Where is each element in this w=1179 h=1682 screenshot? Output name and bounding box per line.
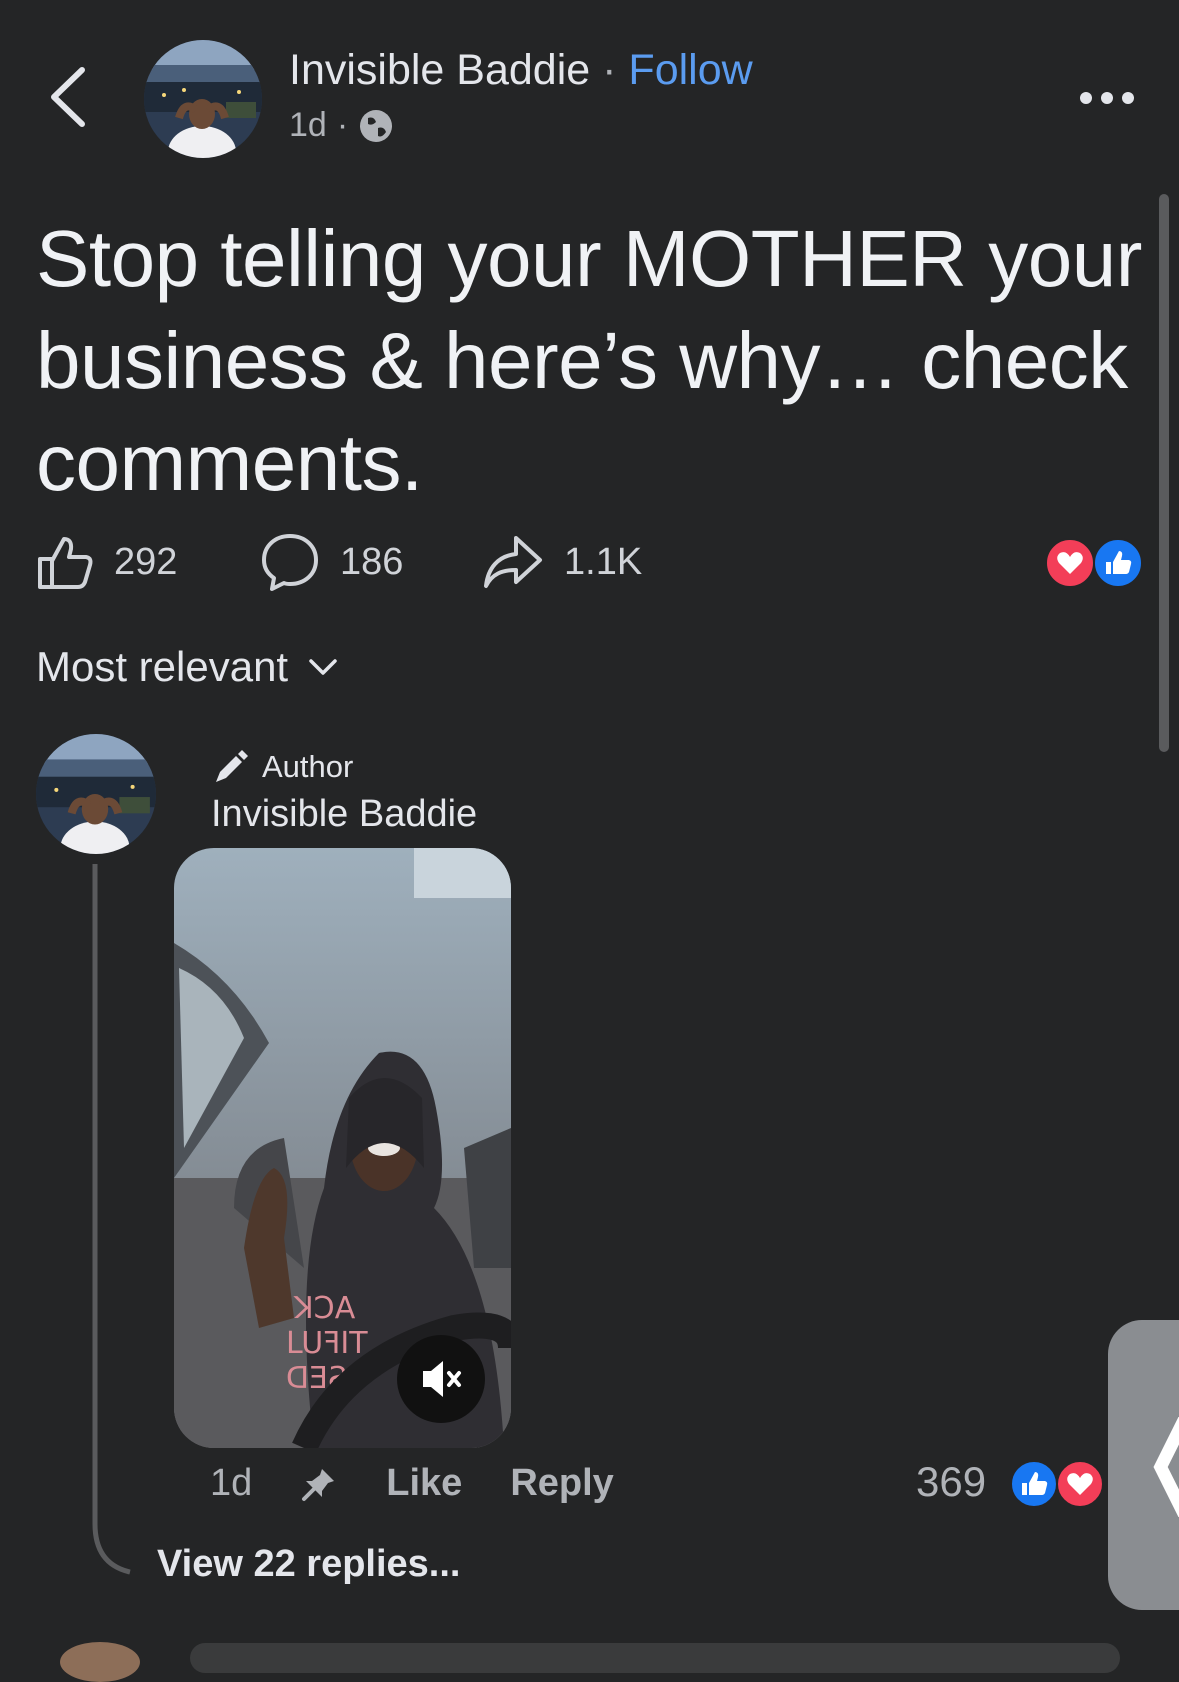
svg-text:LUꟻIT: LUꟻIT [286, 1326, 368, 1361]
share-action[interactable]: 1.1K [482, 527, 642, 597]
comment-reply-button[interactable]: Reply [510, 1462, 613, 1505]
comment-time: 1d [210, 1462, 253, 1504]
post-time: 1d [289, 106, 327, 144]
thread-connector-line [92, 864, 131, 1575]
author-avatar[interactable] [144, 40, 262, 158]
comment-reaction-count[interactable]: 369 [916, 1458, 986, 1506]
share-count: 1.1K [564, 540, 643, 583]
next-comment-avatar[interactable] [60, 1642, 140, 1682]
muted-speaker-icon [423, 1361, 461, 1397]
like-reaction-icon [1010, 1460, 1058, 1508]
follow-button[interactable]: Follow [628, 46, 752, 94]
like-count: 292 [114, 540, 178, 583]
more-horizontal-icon[interactable] [1078, 90, 1136, 106]
author-badge-label: Author [262, 749, 354, 784]
comment-count: 186 [340, 540, 404, 583]
side-panel-tab[interactable]: ❬ [1108, 1320, 1179, 1610]
comment-video[interactable]: ꓘↃA LUꟻIT ᗡƎƧ [174, 848, 511, 1448]
like-action[interactable]: 292 [36, 527, 177, 597]
pin-icon [302, 1468, 335, 1501]
post-reactions[interactable] [1044, 538, 1144, 588]
like-reaction-icon [1093, 538, 1143, 588]
comment-action[interactable]: 186 [260, 527, 403, 597]
separator-dot: · [590, 46, 629, 94]
back-chevron-left-icon[interactable] [44, 62, 94, 132]
comment-actions: 1d Like Reply [210, 1462, 662, 1505]
thumbs-up-icon [38, 537, 93, 589]
comment-like-button[interactable]: Like [386, 1462, 462, 1505]
comment-author-name[interactable]: Invisible Baddie [211, 793, 477, 836]
svg-text:ꓘↃA: ꓘↃA [293, 1291, 356, 1326]
sort-label: Most relevant [36, 643, 289, 690]
love-reaction-icon [1056, 1460, 1104, 1508]
sort-dropdown[interactable]: Most relevant [36, 643, 338, 691]
share-arrow-icon [484, 536, 542, 588]
post-meta: 1d · [289, 106, 394, 145]
comment-icon [262, 534, 318, 591]
mute-button[interactable] [397, 1335, 485, 1423]
next-comment-bubble [190, 1643, 1120, 1673]
scrollbar[interactable] [1159, 194, 1169, 752]
pen-icon [216, 750, 248, 782]
author-badge: Author [212, 748, 353, 786]
comment-reactions[interactable] [1010, 1460, 1110, 1508]
post-text: Stop telling your MOTHER your business &… [36, 214, 1142, 507]
chevron-down-icon [309, 659, 337, 675]
side-tab-chevron-icon: ❬ [1132, 1400, 1179, 1517]
comment-author-avatar[interactable] [36, 734, 156, 854]
meta-separator: · [336, 106, 349, 144]
love-reaction-icon [1045, 538, 1095, 588]
globe-icon [360, 109, 393, 142]
view-replies-link[interactable]: View 22 replies... [157, 1543, 460, 1586]
post-author-name[interactable]: Invisible Baddie [289, 46, 590, 94]
